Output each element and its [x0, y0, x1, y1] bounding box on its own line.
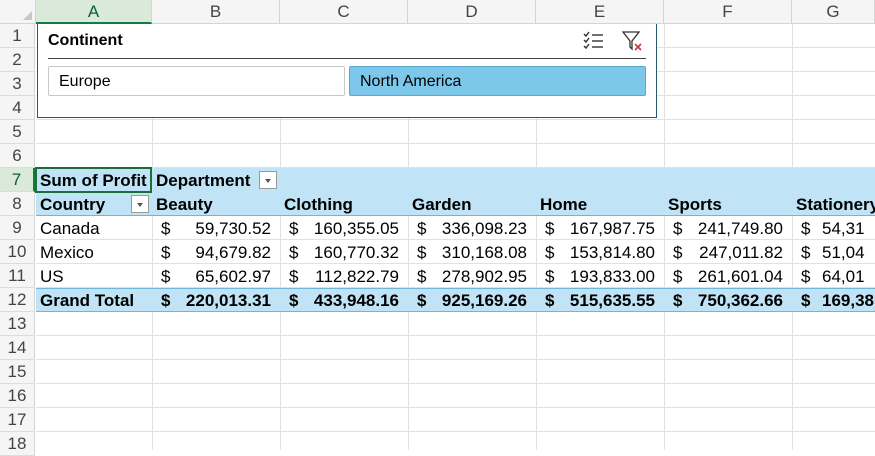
pivot-grand-total-currency-symbol: $: [161, 291, 171, 310]
pivot-row-mexico-currency-symbol: $: [161, 243, 171, 262]
pivot-grand-total-value-garden[interactable]: 925,169.26: [442, 288, 527, 312]
row-header-1[interactable]: 1: [0, 24, 35, 48]
pivot-row-mexico-value-garden[interactable]: 310,168.08: [442, 240, 527, 264]
pivot-row-canada-currency-symbol: $: [161, 219, 171, 238]
pivot-row-mexico-value-beauty[interactable]: 94,679.82: [195, 240, 271, 264]
pivot-row-us-currency-symbol: $: [545, 267, 555, 286]
slicer-item-europe[interactable]: Europe: [48, 66, 345, 96]
pivot-row-mexico-value-home[interactable]: 153,814.80: [570, 240, 655, 264]
dept-header-sports[interactable]: Sports: [668, 192, 722, 216]
dept-header-stationery[interactable]: Stationery: [796, 192, 875, 216]
select-all-corner[interactable]: [0, 0, 36, 23]
pivot-row-us-currency-symbol: $: [161, 267, 171, 286]
dept-header-garden[interactable]: Garden: [412, 192, 472, 216]
pivot-row-canada-currency-symbol: $: [545, 219, 555, 238]
column-header-f[interactable]: F: [664, 0, 792, 23]
row-header-7[interactable]: 7: [0, 168, 35, 192]
dept-header-home[interactable]: Home: [540, 192, 587, 216]
pivot-row-us-value-home[interactable]: 193,833.00: [570, 264, 655, 288]
pivot-row-canada-currency-symbol: $: [673, 219, 683, 238]
slicer-divider: [48, 58, 646, 59]
pivot-grand-total-currency-symbol: $: [545, 291, 555, 310]
pivot-row-us-value-garden[interactable]: 278,902.95: [442, 264, 527, 288]
pivot-row-mexico-value-clothing[interactable]: 160,770.32: [314, 240, 399, 264]
pivot-row-canada-value-beauty[interactable]: 59,730.52: [195, 216, 271, 240]
clear-filter-icon[interactable]: [620, 29, 644, 53]
pivot-row-mexico-currency-symbol: $: [673, 243, 683, 262]
country-filter-dropdown-icon[interactable]: [131, 195, 149, 213]
pivot-column-field-label[interactable]: Department: [156, 168, 250, 192]
continent-slicer[interactable]: Continent Europe North America: [37, 24, 657, 118]
row-header-8[interactable]: 8: [0, 192, 35, 216]
pivot-grand-total-value-stationery[interactable]: 169,38: [822, 288, 874, 312]
pivot-row-canada-value-home[interactable]: 167,987.75: [570, 216, 655, 240]
pivot-row-mexico-label[interactable]: Mexico: [40, 240, 94, 264]
column-header-c[interactable]: C: [280, 0, 408, 23]
pivot-row-canada-value-sports[interactable]: 241,749.80: [698, 216, 783, 240]
pivot-row-us-value-beauty[interactable]: 65,602.97: [195, 264, 271, 288]
pivot-row-mexico-currency-symbol: $: [545, 243, 555, 262]
pivot-grand-total-label[interactable]: Grand Total: [40, 288, 134, 312]
row-header-16[interactable]: 16: [0, 384, 35, 408]
pivot-row-us-currency-symbol: $: [417, 267, 427, 286]
row-header-11[interactable]: 11: [0, 264, 35, 288]
row-header-17[interactable]: 17: [0, 408, 35, 432]
department-filter-dropdown-icon[interactable]: [259, 171, 277, 189]
pivot-row-us-value-sports[interactable]: 261,601.04: [698, 264, 783, 288]
row-header-15[interactable]: 15: [0, 360, 35, 384]
pivot-grand-total-value-home[interactable]: 515,635.55: [570, 288, 655, 312]
pivot-row-us-currency-symbol: $: [289, 267, 299, 286]
column-header-g[interactable]: G: [792, 0, 875, 23]
row-header-12[interactable]: 12: [0, 288, 35, 312]
pivot-row-us-value-clothing[interactable]: 112,822.79: [315, 264, 399, 288]
pivot-grand-total-value-clothing[interactable]: 433,948.16: [314, 288, 399, 312]
column-header-d[interactable]: D: [408, 0, 536, 23]
row-header-18[interactable]: 18: [0, 432, 35, 456]
dept-header-beauty[interactable]: Beauty: [156, 192, 213, 216]
pivot-grand-total-currency-symbol: $: [417, 291, 427, 310]
pivot-row-field-label[interactable]: Country: [40, 192, 105, 216]
pivot-row-canada-value-garden[interactable]: 336,098.23: [442, 216, 527, 240]
row-header-2[interactable]: 2: [0, 48, 35, 72]
pivot-grand-total-currency-symbol: $: [673, 291, 683, 310]
row-header-13[interactable]: 13: [0, 312, 35, 336]
pivot-row-mexico-currency-symbol: $: [289, 243, 299, 262]
pivot-grand-total-value-beauty[interactable]: 220,013.31: [186, 288, 271, 312]
pivot-row-canada-value-clothing[interactable]: 160,355.05: [314, 216, 399, 240]
pivot-grand-total-currency-symbol: $: [289, 291, 299, 310]
pivot-row-us-currency-symbol: $: [673, 267, 683, 286]
column-header-b[interactable]: B: [152, 0, 280, 23]
pivot-row-mexico-currency-symbol: $: [801, 243, 811, 262]
column-header-a[interactable]: A: [36, 0, 152, 24]
pivot-row-mexico-value-sports[interactable]: 247,011.82: [699, 240, 783, 264]
pivot-row-canada-label[interactable]: Canada: [40, 216, 100, 240]
slicer-item-north-america[interactable]: North America: [349, 66, 646, 96]
pivot-row-mexico-currency-symbol: $: [417, 243, 427, 262]
pivot-row-us-label[interactable]: US: [40, 264, 64, 288]
pivot-row-canada-currency-symbol: $: [417, 219, 427, 238]
row-header-6[interactable]: 6: [0, 144, 35, 168]
row-header-3[interactable]: 3: [0, 72, 35, 96]
pivot-row-us-currency-symbol: $: [801, 267, 811, 286]
row-header-4[interactable]: 4: [0, 96, 35, 120]
pivot-grand-total-currency-symbol: $: [801, 291, 811, 310]
row-header-5[interactable]: 5: [0, 120, 35, 144]
dept-header-clothing[interactable]: Clothing: [284, 192, 353, 216]
pivot-row-canada-value-stationery[interactable]: 54,31: [822, 216, 865, 240]
row-header-14[interactable]: 14: [0, 336, 35, 360]
pivot-row-mexico-value-stationery[interactable]: 51,04: [822, 240, 865, 264]
column-header-e[interactable]: E: [536, 0, 664, 23]
multi-select-icon[interactable]: [582, 29, 606, 53]
pivot-row-canada-currency-symbol: $: [289, 219, 299, 238]
active-cell-selection: [35, 167, 152, 193]
slicer-title: Continent: [48, 32, 123, 49]
pivot-row-us-value-stationery[interactable]: 64,01: [822, 264, 865, 288]
pivot-grand-total-value-sports[interactable]: 750,362.66: [698, 288, 783, 312]
row-header-10[interactable]: 10: [0, 240, 35, 264]
row-header-9[interactable]: 9: [0, 216, 35, 240]
pivot-row-canada-currency-symbol: $: [801, 219, 811, 238]
